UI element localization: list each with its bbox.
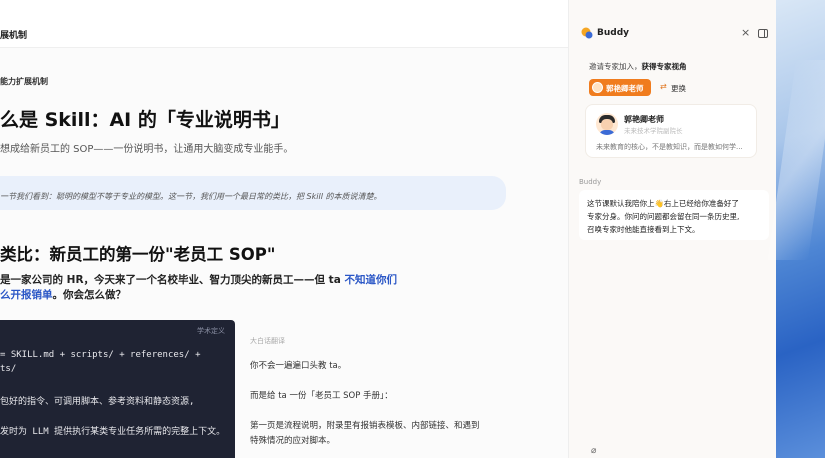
message-text: 右上已经给你准备好了 [663,199,739,208]
paragraph-link[interactable]: 不知道你们 [344,274,397,286]
document-body: 能力扩展机制 么是 Skill：AI 的「专业说明书」 想成给新员工的 SOP—… [0,48,568,458]
wave-emoji-icon: 👋 [654,199,664,208]
code-block: 学术定义 = SKILL.md + scripts/ + references/… [0,320,235,458]
invite-text-prefix: 邀请专家加入， [589,62,642,71]
page-title: 展机制 [0,31,28,41]
section-heading: 类比：新员工的第一份"老员工 SOP" [0,245,276,264]
document-title: 么是 Skill：AI 的「专业说明书」 [0,109,290,131]
notes-line: 第一页是流程说明，附录里有报销表模板、内部链接、和遇到 [250,421,480,431]
expert-chip-button[interactable]: 郭艳卿老师 [589,79,651,96]
callout-text: 一节我们看到：聪明的模型不等于专业的模型。这一节，我们用一个最日常的类比，把 S… [0,192,382,201]
paragraph-line-2: 么开报销单。你会怎么做？ [0,287,126,302]
paragraph-text: 。你会怎么做？ [52,289,127,301]
desktop-wallpaper [776,0,825,458]
message-line: 召唤专家时他能直接看到上下文。 [587,225,700,234]
code-line: 包好的指令、可调用脚本、参考资料和静态资源, [0,397,195,407]
notes-line: 特殊情况的应对脚本。 [250,436,336,446]
expert-chip-label: 郭艳卿老师 [606,84,644,93]
section-label: 能力扩展机制 [0,77,48,86]
expert-quote: 未来教育的核心，不是教知识，而是教如何学... [596,143,743,151]
code-line: = SKILL.md + scripts/ + references/ + [0,350,201,360]
code-line: ts/ [0,364,17,374]
expert-name: 郭艳卿老师 [624,115,664,124]
close-icon[interactable]: × [741,26,750,39]
main-content: 展机制 能力扩展机制 么是 Skill：AI 的「专业说明书」 想成给新员工的 … [0,0,568,458]
panel-title: Buddy [597,28,630,38]
notes-line: 你不会一遍遍口头教 ta。 [250,361,347,371]
notes-label: 大白话翻译 [250,337,285,345]
avatar [592,82,603,93]
invite-text-bold: 获得专家视角 [641,62,687,71]
expert-card[interactable]: 郭艳卿老师 未来技术学院副院长 未来教育的核心，不是教知识，而是教如何学... [585,104,757,158]
swap-button[interactable]: 更换 [671,83,686,94]
sidebar-toggle-icon[interactable] [758,29,768,38]
message-line: 这节课默认我陪你上👋右上已经给你准备好了 [587,198,739,209]
swap-icon[interactable]: ⇄ [660,82,667,91]
buddy-logo-icon [581,27,593,39]
document-subtitle: 想成给新员工的 SOP——一份说明书，让通用大脑变成专业能手。 [0,144,294,155]
paragraph-link-cont[interactable]: 么开报销单 [0,289,53,301]
expert-avatar [596,113,618,135]
expert-role: 未来技术学院副院长 [624,127,683,135]
code-line: 发时为 LLM 提供执行某类专业任务所需的完整上下文。 [0,427,226,437]
paragraph-line-1: 是一家公司的 HR，今天来了一个名校毕业、智力顶尖的新员工——但 ta 不知道你… [0,272,397,287]
message-line: 专家分身。你问的问题都会留在同一条历史里, [587,212,740,221]
chat-message: 这节课默认我陪你上👋右上已经给你准备好了 专家分身。你问的问题都会留在同一条历史… [579,190,769,240]
paragraph-text: 是一家公司的 HR，今天来了一个名校毕业、智力顶尖的新员工——但 ta [0,274,345,286]
message-text: 这节课默认我陪你上 [587,199,655,208]
code-block-header: 学术定义 [197,327,225,335]
buddy-panel: Buddy × 邀请专家加入，获得专家视角 郭艳卿老师 ⇄ 更换 郭艳卿老师 未… [568,0,776,458]
top-bar: 展机制 [0,0,568,48]
paperclip-icon[interactable]: ⌀ [591,446,596,456]
panel-header: Buddy × [569,0,777,48]
message-sender-label: Buddy [579,178,602,186]
invite-text: 邀请专家加入，获得专家视角 [589,61,687,72]
notes-line: 而是给 ta 一份「老员工 SOP 手册」： [250,391,393,401]
